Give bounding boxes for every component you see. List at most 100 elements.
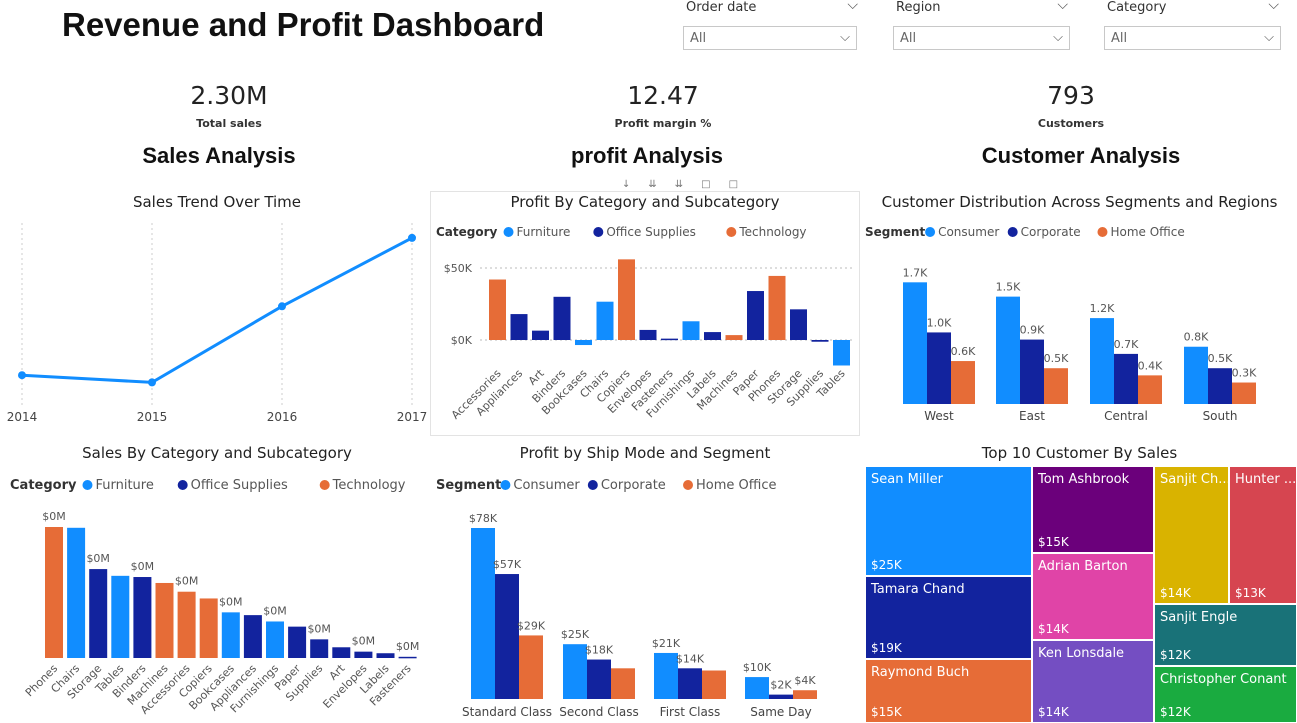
customer-bar [951,361,975,404]
treemap-cell[interactable]: Ken Lonsdale $14K [1032,640,1154,723]
x-tick-label: 2016 [267,410,298,424]
sales-bar [177,591,196,658]
customer-bar [996,296,1020,404]
treemap-cell-name: Raymond Buch [871,665,970,680]
treemap-cell-name: Adrian Barton [1038,559,1128,574]
customer-bar [1090,318,1114,404]
sales-trend-chart[interactable]: 2014 2015 2016 2017 [0,215,430,430]
profit-bar [575,340,592,346]
legend-marker [683,480,694,490]
legend-marker [593,227,604,237]
legend-item: Consumer [938,225,999,239]
customer-bar [1020,339,1044,404]
chevron-down-icon[interactable]: ⌵ [1057,0,1068,13]
legend-title: Category [10,478,77,493]
slicer-dropdown[interactable]: All ⌵ [893,26,1070,50]
data-label: $10K [743,661,772,674]
kpi-total-sales-label: Total sales [196,117,262,130]
profit-bar [639,329,657,340]
legend-item: Technology [332,478,406,493]
legend-marker [1097,227,1108,237]
chart-title: Top 10 Customer By Sales [981,444,1178,462]
treemap-cell-name: Tamara Chand [871,582,965,597]
y-tick-label: $0K [451,334,473,347]
treemap-cell-name: Ken Lonsdale [1038,646,1125,661]
treemap-cell-value: $19K [871,641,902,655]
chevron-down-icon[interactable]: ⌵ [847,0,858,13]
slicer-category[interactable]: Category ⌵ All ⌵ [1104,0,1281,52]
data-label: 0.6K [951,345,976,358]
profit-ship-mode-chart[interactable]: Segment Consumer Corporate Home Office $78K $… [430,472,860,723]
data-label: $78K [469,512,498,525]
treemap-cell-value: $14K [1038,705,1069,719]
data-label: 0.9K [1020,324,1045,337]
customer-distribution-chart[interactable]: Segment Consumer Corporate Home Office 1.7K 1… [862,220,1297,430]
data-label: $0M [219,595,243,608]
x-tick-label: 2015 [137,410,168,424]
kpi-customers-value: 793 [1047,81,1095,110]
legend-item: Furniture [95,478,153,493]
slicer-dropdown[interactable]: All ⌵ [683,26,857,50]
kpi-customers-label: Customers [1037,117,1105,130]
slicer-dropdown[interactable]: All ⌵ [1104,26,1281,50]
kpi-profit-margin-label: Profit margin % [614,117,712,130]
legend-marker [587,480,598,490]
x-tick-label: First Class [660,705,721,719]
section-customer-analysis: Customer Analysis [981,143,1181,168]
data-label: 0.5K [1044,352,1069,365]
chart-title: Sales Trend Over Time [132,193,302,211]
slicer-order-date[interactable]: Order date ⌵ All ⌵ [683,0,860,52]
profit-bar [510,314,528,340]
treemap-cell[interactable]: Raymond Buch $15K [865,659,1032,723]
legend-marker [503,227,514,237]
profit-by-subcategory-chart[interactable]: Category Furniture Office Supplies Technolo… [430,220,860,434]
slicer-value: All [1111,31,1128,46]
treemap-cell[interactable]: Adrian Barton $14K [1032,553,1154,640]
treemap-cell[interactable]: Sanjit Engle $12K [1154,604,1297,666]
ship-bar [563,644,587,699]
x-tick-label: Second Class [559,705,639,719]
treemap-cell[interactable]: Christopher Conant $12K [1154,666,1297,723]
top-customers-treemap[interactable]: Sean Miller $25K Tamara Chand $19K Raymond B… [865,466,1297,723]
data-label: 0.5K [1208,352,1233,365]
data-label: 0.8K [1184,331,1209,344]
treemap-cell[interactable]: Tamara Chand $19K [865,576,1032,659]
treemap-cell[interactable]: Sanjit Ch... $14K [1154,466,1229,604]
data-label: 0.3K [1232,367,1257,380]
customer-bar [1044,368,1068,404]
chevron-down-icon[interactable]: ⌵ [1268,0,1279,13]
sales-by-subcategory-chart[interactable]: Category Furniture Office Supplies Technolo… [0,472,430,723]
treemap-cell-value: $14K [1038,622,1069,636]
x-tick-label: South [1203,409,1238,423]
data-label: $18K [585,644,614,657]
treemap-cell[interactable]: Sean Miller $25K [865,466,1032,576]
chevron-down-icon: ⌵ [840,30,850,45]
data-point [148,378,156,387]
slicer-label: Region [896,0,941,15]
legend-item: Home Office [696,478,776,493]
treemap-cell-value: $25K [871,558,902,572]
data-point [278,302,286,311]
chevron-down-icon: ⌵ [1264,30,1274,45]
data-label: 1.0K [927,316,952,329]
data-label: $29K [517,619,546,632]
sales-bar [310,639,329,658]
sales-bar [266,621,284,658]
data-label: $0M [175,575,199,588]
treemap-cell[interactable]: Tom Ashbrook $15K [1032,466,1154,553]
treemap-cell[interactable]: Hunter ... $13K [1229,466,1297,604]
data-label: $57K [493,558,522,571]
x-tick-label: Central [1104,409,1148,423]
profit-bar [596,301,614,340]
legend-item: Furniture [517,225,571,239]
kpi-profit-margin-value: 12.47 [627,81,699,110]
x-tick-label: Same Day [750,705,812,719]
data-label: 1.2K [1090,302,1115,315]
visual-header-icons[interactable]: ↓⇊⇊□□ [622,179,756,190]
legend-marker [319,480,330,490]
data-label: $0M [396,640,420,653]
customer-bar [1208,368,1232,404]
data-label: $2K [770,679,792,692]
ship-bar [519,635,543,699]
slicer-region[interactable]: Region ⌵ All ⌵ [893,0,1070,52]
